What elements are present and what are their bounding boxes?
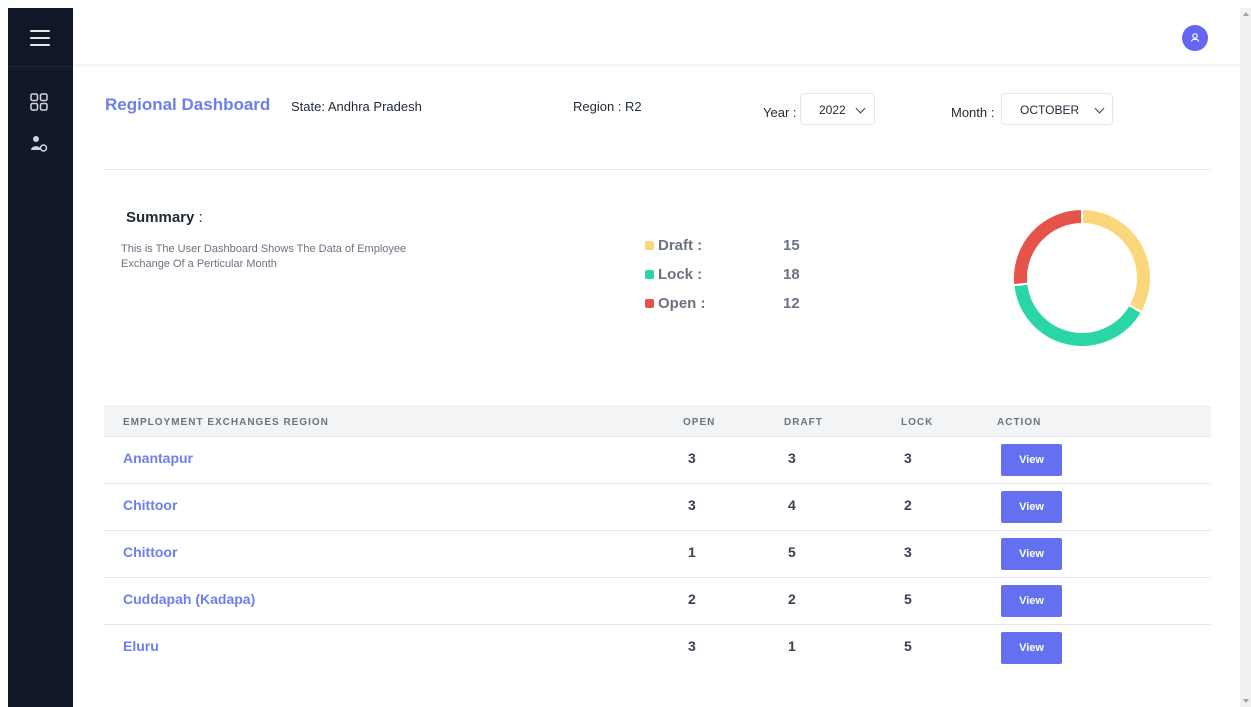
chevron-down-icon (855, 103, 866, 114)
draft-count: 4 (788, 497, 796, 513)
summary-title-colon: : (194, 209, 203, 226)
column-header-region: EMPLOYMENT EXCHANGES REGION (123, 417, 329, 428)
app-window: Regional Dashboard State: Andhra Pradesh… (0, 0, 1251, 707)
main-content: Regional Dashboard State: Andhra Pradesh… (73, 64, 1240, 707)
view-button[interactable]: View (1001, 585, 1062, 617)
lock-count: 2 (904, 497, 912, 513)
table-row: Chittoor 3 4 2 View (104, 484, 1211, 531)
region-name-link[interactable]: Cuddapah (Kadapa) (123, 591, 255, 607)
column-header-lock: LOCK (901, 417, 934, 428)
lock-count: 3 (904, 450, 912, 466)
sidebar-divider (8, 66, 73, 67)
column-header-action: ACTION (997, 417, 1042, 428)
exchanges-table: EMPLOYMENT EXCHANGES REGION OPEN DRAFT L… (104, 406, 1211, 672)
donut-slice-lock (1012, 282, 1144, 348)
view-button[interactable]: View (1001, 632, 1062, 664)
lock-count: 5 (904, 638, 912, 654)
draft-count: 1 (788, 638, 796, 654)
draft-count: 3 (788, 450, 796, 466)
summary-title: Summary : (126, 209, 203, 226)
chevron-down-icon (1094, 103, 1105, 114)
table-row: Eluru 3 1 5 View (104, 625, 1211, 672)
view-button[interactable]: View (1001, 444, 1062, 476)
grid-icon[interactable] (29, 92, 49, 112)
column-header-open: OPEN (683, 417, 716, 428)
region-name-link[interactable]: Eluru (123, 638, 159, 654)
month-label: Month : (951, 105, 995, 120)
view-button[interactable]: View (1001, 491, 1062, 523)
summary-description: This is The User Dashboard Shows The Dat… (121, 243, 407, 270)
open-count: 3 (688, 450, 696, 466)
legend-label-draft: Draft : (658, 237, 703, 254)
legend-value-lock: 18 (783, 266, 800, 283)
open-count: 3 (688, 497, 696, 513)
region-name-link[interactable]: Anantapur (123, 450, 193, 466)
view-button[interactable]: View (1001, 538, 1062, 570)
lock-count: 5 (904, 591, 912, 607)
table-header: EMPLOYMENT EXCHANGES REGION OPEN DRAFT L… (104, 406, 1211, 437)
lock-count: 3 (904, 544, 912, 560)
state-label: State: Andhra Pradesh (291, 99, 422, 114)
page-scrollbar[interactable] (1240, 8, 1251, 707)
sidebar (8, 8, 73, 707)
donut-slice-draft (1081, 207, 1152, 314)
legend-value-draft: 15 (783, 237, 800, 254)
month-select-value: OCTOBER (1020, 103, 1080, 117)
legend-swatch-lock (645, 270, 654, 279)
hamburger-menu-icon[interactable] (30, 30, 50, 46)
legend-label-open: Open : (658, 295, 706, 312)
legend-swatch-draft (645, 241, 654, 250)
summary-donut-chart (1012, 207, 1152, 348)
user-avatar-icon[interactable] (1182, 25, 1208, 51)
scroll-down-icon[interactable] (1243, 699, 1249, 703)
legend-swatch-open (645, 299, 654, 308)
region-name-link[interactable]: Chittoor (123, 497, 177, 513)
scroll-up-icon[interactable] (1243, 12, 1249, 16)
page-title: Regional Dashboard (105, 95, 271, 114)
open-count: 3 (688, 638, 696, 654)
region-label: Region : R2 (573, 99, 642, 114)
year-select-value: 2022 (819, 103, 846, 117)
legend-label-lock: Lock : (658, 266, 703, 283)
summary-title-text: Summary (126, 209, 195, 226)
year-label: Year : (763, 105, 797, 120)
open-count: 2 (688, 591, 696, 607)
donut-slice-open (1012, 207, 1083, 287)
open-count: 1 (688, 544, 696, 560)
draft-count: 2 (788, 591, 796, 607)
section-divider (104, 169, 1211, 170)
region-name-link[interactable]: Chittoor (123, 544, 177, 560)
draft-count: 5 (788, 544, 796, 560)
top-bar (73, 8, 1240, 64)
table-row: Anantapur 3 3 3 View (104, 437, 1211, 484)
year-select[interactable]: 2022 (800, 93, 875, 125)
month-select[interactable]: OCTOBER (1001, 93, 1113, 125)
table-row: Chittoor 1 5 3 View (104, 531, 1211, 578)
legend-value-open: 12 (783, 295, 800, 312)
column-header-draft: DRAFT (784, 417, 823, 428)
user-settings-icon[interactable] (29, 134, 49, 154)
table-row: Cuddapah (Kadapa) 2 2 5 View (104, 578, 1211, 625)
